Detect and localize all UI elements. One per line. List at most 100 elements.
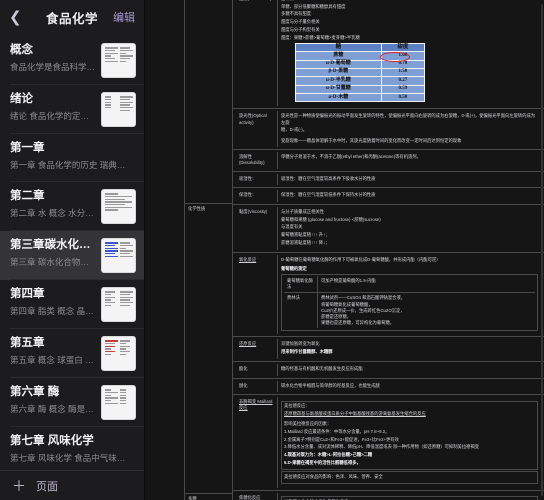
moisture-line: 保湿性：糖在空气湿度较低条件下保持水分的性质: [281, 192, 376, 198]
page-list[interactable]: 概念 食品化学是食品科学… 绪论 绪论 食品化学的定义… 第一章 第一章 食品化…: [0, 34, 144, 470]
list-item[interactable]: 绪论 绪论 食品化学的定义…: [0, 85, 144, 134]
moisture-body: 保湿性：糖在空气湿度较低条件下保持水分的性质: [278, 190, 541, 202]
caramel-box: 加热碳水化合物会发生焦糖化反应 热解反应引起糖分子脱水，引入双键，产生不饱和环中…: [281, 496, 538, 500]
viscosity-line: 蔗糖溶液黏度随↑↑↑ 降↓；: [281, 239, 330, 245]
sweetness-line: 甜味剂: [281, 0, 538, 2]
etherification-label: 醚化: [236, 380, 278, 393]
page-thumbnail: [101, 238, 136, 273]
list-item-subtitle: 第七章 风味化学 食品中气味…: [10, 453, 126, 463]
oxidation-subtitle: 葡萄糖的测定: [281, 265, 307, 271]
viscosity-line: 葡萄糖和果糖 (glucose and fructose) <蔗糖(sucros…: [281, 216, 381, 222]
section-viscosity: 黏度(Viscosity) 与分子质量成正相关性 葡萄糖和果糖 (glucose…: [233, 205, 544, 253]
page-thumbnail: [101, 189, 136, 224]
list-item-title: 绪论: [10, 93, 33, 105]
list-item[interactable]: 概念 食品化学是食品科学…: [0, 36, 144, 85]
vertical-scrollbar[interactable]: [541, 4, 543, 496]
section-moisture: 保湿性： 保湿性：糖在空气湿度较低条件下保持水分的性质: [233, 188, 544, 206]
app-window: ❮ 食品化学 编辑 概念 食品化学是食品科学… 绪论 绪论 食品化学的定义… 第…: [0, 0, 544, 500]
section-reduction: 还原反应 双键加氢转变为氧化 用来制作甘露糖醇、木糖醇: [233, 337, 544, 362]
maillard-definition: 还原糖羰基与氨基酸或蛋白质分子中氨基酸残基的游离氨基发生缩合的反应: [284, 410, 426, 416]
list-item-subtitle: 第六章 酶 概念 酶是…: [10, 404, 94, 414]
list-item-text: 第六章 酶 第六章 酶 概念 酶是…: [10, 385, 101, 416]
table-row: α-D-半乳糖 0.27: [295, 76, 426, 86]
list-item[interactable]: 第六章 酶 第六章 酶 概念 酶是…: [0, 378, 144, 427]
list-item-title: 第二章: [10, 190, 45, 202]
table-row: β-D-果糖 1.50: [295, 67, 426, 78]
caramel-label: 焦糖化反应: [236, 492, 278, 500]
section-dissolubility: 溶解性(Dissolubility) 单糖分子易溶于水，不溶于乙醚(ethyl …: [233, 150, 544, 172]
chevron-left-icon[interactable]: ❮: [9, 10, 23, 25]
section-maillard: 非酶褐变 Maillard反应 美拉德反应： 还原糖羰基与氨基酸或蛋白质分子中氨…: [233, 395, 544, 491]
sidebar-footer[interactable]: ＋ 页面: [0, 470, 144, 500]
category-physical: 物理性质: [185, 0, 232, 204]
list-item[interactable]: 第一章 第一章 食品化学的历史 瑞典…: [0, 134, 144, 182]
sweetness-line: 甜度与分子构型有关: [281, 26, 320, 32]
method-name: 费林法: [284, 293, 318, 329]
etherification-line: 碳水化合物半缩醛与简单醇的羟基反应，也能生成醚: [281, 382, 380, 388]
optical-line: 糖，D-或(-)。: [281, 127, 308, 133]
table-header-row: 糖 甜度: [295, 42, 426, 53]
page-thumbnail: [101, 92, 136, 127]
optical-body: 旋光性是一种物质使偏振光的振动平面发生旋转的特性，使偏振光平面向右旋转的成为右旋…: [278, 111, 541, 147]
method-name: 葡萄糖氧化酶法: [284, 276, 318, 293]
viscosity-line: 与分子质量成正相关性: [281, 209, 324, 215]
section-hygroscopic: 吸湿性： 吸湿性：糖在空气湿度较高条件下吸收水分的性质: [233, 172, 544, 189]
esterification-label: 酯化: [236, 363, 278, 376]
category-chemical: 化学性质: [185, 204, 232, 494]
list-item-title: 第六章 酶: [10, 386, 60, 398]
outline-col-category: 物理性质 化学性质 多糖: [185, 0, 233, 500]
section-esterification: 酯化 糖的羟基与有机酸和无机酸发生反应形成酯: [233, 362, 544, 379]
list-item[interactable]: 第七章 风味化学 第七章 风味化学 食品中气味…: [0, 427, 144, 470]
list-item-title: 第四章: [10, 288, 45, 300]
sidebar: ❮ 食品化学 编辑 概念 食品化学是食品科学… 绪论 绪论 食品化学的定义… 第…: [0, 0, 145, 500]
section-oxidation: 氧化反应 D-葡萄糖在葡萄糖氧化酶的作用下可被氧化成D-葡萄糖酸，并形成内酯（内…: [233, 253, 544, 338]
outline-table: 物理性质 化学性质 多糖 甜度(Sweetness) 甜味剂: [145, 0, 544, 500]
table-row: 蔗糖 1.00: [295, 51, 426, 61]
list-item[interactable]: 第五章 第五章 概念 球蛋白 (…: [0, 329, 144, 378]
reduction-body: 双键加氢转变为氧化 用来制作甘露糖醇、木糖醇: [278, 339, 541, 358]
list-item-subtitle: 绪论 食品化学的定义…: [10, 111, 96, 121]
list-item-subtitle: 第二章 水 概念 水分…: [10, 208, 94, 218]
maillard-title: 美拉德反应：: [284, 403, 310, 409]
maillard-factor-title: 影响美拉德反应的因素：: [284, 421, 332, 427]
table-row: α-D-葡萄糖 0.70: [295, 59, 426, 69]
category-poly: 多糖: [185, 494, 232, 500]
list-item-title: 第一章: [10, 142, 45, 154]
list-item-title: 概念: [10, 44, 33, 56]
maillard-factor: 1.Maillard 反应最适条件：中等水分含量，pH 7.8~9.2。: [284, 428, 390, 434]
sweetness-line: 单糖、部分低聚糖和糖醇具有甜度: [281, 3, 346, 9]
outline-col-root: [145, 0, 185, 500]
list-item-text: 第四章 第四章 脂类 概念 晶…: [10, 287, 101, 318]
section-optical: 旋光性(Optical activity) 旋光性是一种物质使偏振光的振动平面发…: [233, 109, 544, 151]
viscosity-label: 黏度(Viscosity): [236, 207, 278, 250]
maillard-body: 美拉德反应： 还原糖羰基与氨基酸或蛋白质分子中氨基酸残基的游离氨基发生缩合的反应…: [278, 397, 541, 487]
list-item[interactable]: 第二章 第二章 水 概念 水分…: [0, 182, 144, 231]
section-caramelization: 焦糖化反应 加热碳水化合物会发生焦糖化反应 热解反应引起糖分子脱水，引入双键，产…: [233, 491, 544, 500]
list-item[interactable]: 第四章 第四章 脂类 概念 晶…: [0, 280, 144, 329]
sweetness-row: 甜度(Sweetness) 甜味剂 单糖、部分低聚糖和糖醇具有甜度 多糖不具有甜…: [236, 0, 541, 107]
list-item-title: 第七章 风味化学: [10, 435, 94, 447]
maillard-label: 非酶褐变 Maillard反应: [236, 397, 278, 488]
table-row: α-D-甘露糖 0.59: [295, 84, 426, 95]
sweetness-body: 甜味剂 单糖、部分低聚糖和糖醇具有甜度 多糖不具有甜度 甜度与分子量负相关 甜度…: [278, 0, 541, 106]
sidebar-item-chapter3[interactable]: 第三章碳水化合物 第三章 碳水化合物…: [0, 231, 144, 280]
col-header-sweetness: 甜度: [380, 42, 426, 53]
method-text: 可加产物是葡萄酸的1.5-内酯: [321, 278, 376, 283]
maillard-effect-box: 美拉德反应对食品的影响：色泽、风味、营养、安全: [281, 471, 538, 485]
esterification-body: 糖的羟基与有机酸和无机酸发生反应形成酯: [278, 364, 541, 376]
list-item-subtitle: 第三章 碳水化合物…: [10, 257, 89, 267]
plus-icon[interactable]: ＋: [12, 479, 26, 493]
viscosity-body: 与分子质量成正相关性 葡萄糖和果糖 (glucose and fructose)…: [278, 207, 541, 250]
method-text: 费林试剂——CuSO4 和酒石酸钾钠混合液， 将葡萄糖氧化成葡萄糖酸， Cu2价…: [321, 295, 406, 326]
page-thumbnail: [101, 385, 136, 420]
moisture-label: 保湿性：: [236, 190, 278, 203]
dissolubility-line: 单糖分子易溶于水，不溶于乙醚(ethyl ether)和丙酮(acetone)等…: [281, 154, 421, 160]
reduction-line: 双键加氢转变为氧化: [281, 341, 320, 347]
sweetness-label: 甜度(Sweetness): [236, 0, 278, 107]
note-canvas[interactable]: 物理性质 化学性质 多糖 甜度(Sweetness) 甜味剂: [145, 0, 544, 500]
table-row: 葡萄糖氧化酶法 可加产物是葡萄酸的1.5-内酯: [284, 276, 535, 293]
sweetness-table-wrap: 糖 甜度 蔗糖 1.00 α-D-葡萄糖 0.70 β-D-果糖 1.50 α-…: [295, 42, 426, 103]
edit-button[interactable]: 编辑: [113, 9, 135, 25]
table-row: 费林法 费林试剂——CuSO4 和酒石酸钾钠混合液， 将葡萄糖氧化成葡萄糖酸， …: [284, 292, 535, 329]
list-item-text: 绪论 绪论 食品化学的定义…: [10, 92, 101, 123]
